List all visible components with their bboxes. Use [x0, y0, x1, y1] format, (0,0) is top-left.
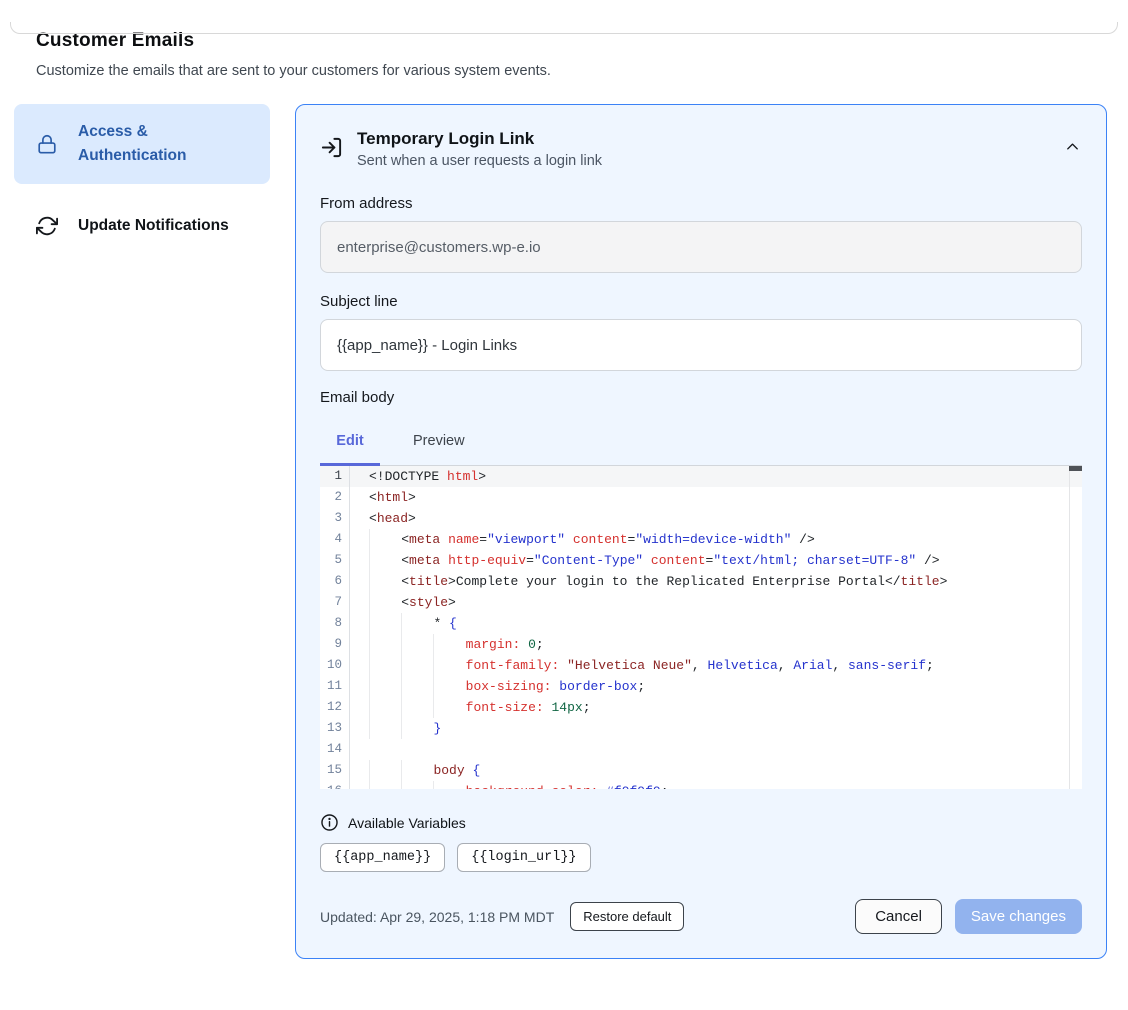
code-line[interactable]: 16 background-color: #f9f9f9; — [320, 781, 1082, 789]
tab-preview[interactable]: Preview — [404, 423, 474, 463]
line-number: 16 — [320, 781, 350, 789]
line-number: 10 — [320, 655, 350, 676]
updated-timestamp: Updated: Apr 29, 2025, 1:18 PM MDT — [320, 909, 554, 925]
available-variables-header: Available Variables — [320, 813, 1082, 832]
editor-wrapper: 1<!DOCTYPE html>2<html>3<head>4 <meta na… — [320, 465, 1082, 789]
variable-chip-app-name[interactable]: {{app_name}} — [320, 843, 445, 872]
restore-default-button[interactable]: Restore default — [570, 902, 684, 931]
code-line[interactable]: 14 — [320, 739, 1082, 760]
code-editor-lines: 1<!DOCTYPE html>2<html>3<head>4 <meta na… — [320, 466, 1082, 789]
code-line[interactable]: 13 } — [320, 718, 1082, 739]
panel-title: Temporary Login Link — [357, 129, 602, 149]
line-number: 1 — [320, 466, 350, 487]
sidebar-item-label: Update Notifications — [78, 217, 229, 235]
sidebar-item-update-notifications[interactable]: Update Notifications — [14, 201, 270, 251]
line-number: 12 — [320, 697, 350, 718]
cancel-button[interactable]: Cancel — [855, 899, 942, 934]
sidebar-item-label: Access & Authentication — [78, 120, 250, 168]
refresh-icon — [36, 215, 58, 237]
editor-scrollbar-thumb[interactable] — [1069, 466, 1082, 471]
line-number: 6 — [320, 571, 350, 592]
code-line[interactable]: 4 <meta name="viewport" content="width=d… — [320, 529, 1082, 550]
subject-line-label: Subject line — [320, 293, 1082, 310]
from-address-label: From address — [320, 195, 1082, 212]
page-description: Customize the emails that are sent to yo… — [36, 63, 1092, 79]
code-line[interactable]: 8 * { — [320, 613, 1082, 634]
line-number: 8 — [320, 613, 350, 634]
panel-footer: Updated: Apr 29, 2025, 1:18 PM MDT Resto… — [320, 899, 1082, 934]
code-line[interactable]: 3<head> — [320, 508, 1082, 529]
line-number: 5 — [320, 550, 350, 571]
line-number: 9 — [320, 634, 350, 655]
code-line[interactable]: 9 margin: 0; — [320, 634, 1082, 655]
footer-actions: Cancel Save changes — [855, 899, 1082, 934]
email-settings-panel: Temporary Login Link Sent when a user re… — [295, 104, 1107, 959]
sidebar-item-access-authentication[interactable]: Access & Authentication — [14, 104, 270, 184]
code-editor[interactable]: 1<!DOCTYPE html>2<html>3<head>4 <meta na… — [320, 465, 1082, 789]
page-header: Customer Emails Customize the emails tha… — [36, 30, 1092, 79]
subject-line-input[interactable] — [320, 319, 1082, 371]
editor-tabs: Edit Preview — [320, 423, 1082, 463]
editor-scrollbar[interactable] — [1069, 466, 1082, 789]
line-number: 4 — [320, 529, 350, 550]
code-line[interactable]: 6 <title>Complete your login to the Repl… — [320, 571, 1082, 592]
line-number: 11 — [320, 676, 350, 697]
line-number: 13 — [320, 718, 350, 739]
panel-subtitle: Sent when a user requests a login link — [357, 153, 602, 169]
from-address-input[interactable] — [320, 221, 1082, 273]
available-variables-label: Available Variables — [348, 815, 466, 831]
active-tab-underline — [320, 463, 380, 466]
line-number: 2 — [320, 487, 350, 508]
tab-edit[interactable]: Edit — [320, 423, 380, 463]
code-line[interactable]: 1<!DOCTYPE html> — [320, 466, 1082, 487]
login-icon — [320, 136, 343, 159]
code-line[interactable]: 2<html> — [320, 487, 1082, 508]
info-icon — [320, 813, 339, 832]
code-line[interactable]: 5 <meta http-equiv="Content-Type" conten… — [320, 550, 1082, 571]
variable-chips: {{app_name}} {{login_url}} — [320, 843, 1082, 872]
lock-icon — [36, 133, 58, 155]
line-number: 14 — [320, 739, 350, 760]
collapse-button[interactable] — [1063, 137, 1082, 156]
line-number: 7 — [320, 592, 350, 613]
content-layout: Access & Authentication Update Notificat… — [0, 104, 1128, 959]
email-body-label: Email body — [320, 389, 1082, 406]
code-line[interactable]: 7 <style> — [320, 592, 1082, 613]
sidebar: Access & Authentication Update Notificat… — [14, 104, 270, 251]
save-changes-button[interactable]: Save changes — [955, 899, 1082, 934]
line-number: 15 — [320, 760, 350, 781]
panel-header-text: Temporary Login Link Sent when a user re… — [357, 129, 602, 169]
variable-chip-login-url[interactable]: {{login_url}} — [457, 843, 590, 872]
panel-header: Temporary Login Link Sent when a user re… — [320, 129, 1082, 169]
chevron-up-icon — [1063, 137, 1082, 156]
code-line[interactable]: 12 font-size: 14px; — [320, 697, 1082, 718]
code-line[interactable]: 15 body { — [320, 760, 1082, 781]
line-number: 3 — [320, 508, 350, 529]
code-line[interactable]: 11 box-sizing: border-box; — [320, 676, 1082, 697]
card-above-bottom-edge — [10, 22, 1118, 34]
code-line[interactable]: 10 font-family: "Helvetica Neue", Helvet… — [320, 655, 1082, 676]
